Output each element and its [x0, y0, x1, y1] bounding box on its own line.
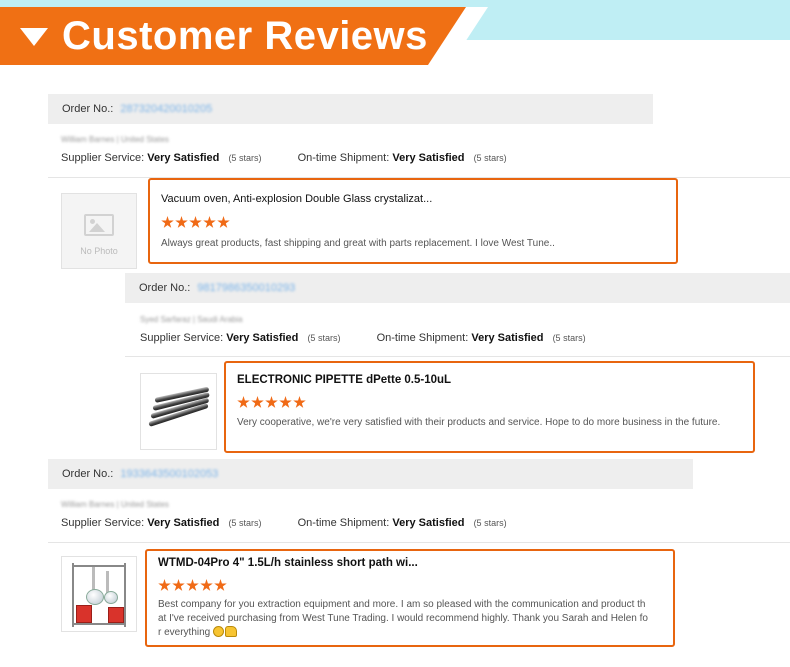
review-text: Very cooperative, we're very satisfied w…: [237, 417, 721, 428]
supplier-service-label: Supplier Service:: [61, 152, 145, 164]
star-icon: [214, 579, 227, 591]
review-card: Vacuum oven, Anti-explosion Double Glass…: [148, 178, 678, 264]
still-base: [72, 623, 126, 625]
divider: [125, 356, 790, 357]
star-icon: [279, 396, 292, 408]
star-icon: [203, 216, 216, 228]
order-bar: Order No.: 9817986350010293: [125, 273, 790, 303]
order-number-link[interactable]: 9817986350010293: [197, 282, 295, 294]
buyer-info: William Barnes | United States: [61, 135, 169, 144]
on-time-shipment-stars: (5 stars): [473, 518, 507, 528]
star-rating: [237, 396, 306, 409]
star-icon: [251, 396, 264, 408]
on-time-shipment-label: On-time Shipment:: [376, 332, 469, 344]
product-thumbnail[interactable]: [61, 556, 137, 632]
product-thumbnail[interactable]: No Photo: [61, 193, 137, 269]
review-card: ELECTRONIC PIPETTE dPette 0.5-10uL Very …: [224, 361, 755, 453]
supplier-service-label: Supplier Service:: [140, 332, 224, 344]
product-thumbnail[interactable]: [140, 373, 217, 450]
star-icon: [265, 396, 278, 408]
star-rating: [161, 216, 230, 229]
star-icon: [186, 579, 199, 591]
product-title-link[interactable]: Vacuum oven, Anti-explosion Double Glass…: [161, 193, 432, 205]
smiley-emoji-icon: [213, 626, 225, 637]
order-label: Order No.:: [139, 282, 191, 294]
order-bar: Order No.: 1933643500102053: [48, 459, 693, 489]
supplier-service-stars: (5 stars): [228, 518, 262, 528]
product-title-link[interactable]: WTMD-04Pro 4" 1.5L/h stainless short pat…: [158, 557, 418, 569]
star-icon: [175, 216, 188, 228]
still-frame: [72, 563, 74, 627]
supplier-service-label: Supplier Service:: [61, 517, 145, 529]
order-number-link[interactable]: 1933643500102053: [120, 468, 218, 480]
review-card: WTMD-04Pro 4" 1.5L/h stainless short pat…: [145, 549, 675, 647]
star-icon: [172, 579, 185, 591]
still-flask: [86, 589, 104, 605]
star-icon: [217, 216, 230, 228]
on-time-shipment-value: Very Satisfied: [392, 517, 465, 529]
supplier-service-value: Very Satisfied: [147, 152, 220, 164]
supplier-service-value: Very Satisfied: [226, 332, 299, 344]
order-label: Order No.:: [62, 468, 114, 480]
star-icon: [158, 579, 171, 591]
still-pump: [108, 607, 124, 623]
on-time-shipment-value: Very Satisfied: [392, 152, 465, 164]
ratings-row: Supplier Service: Very Satisfied (5 star…: [61, 517, 507, 529]
on-time-shipment-label: On-time Shipment:: [297, 517, 390, 529]
on-time-shipment-value: Very Satisfied: [471, 332, 544, 344]
star-icon: [200, 579, 213, 591]
page-title: Customer Reviews: [62, 14, 428, 58]
image-placeholder-icon: [84, 214, 114, 236]
on-time-shipment-stars: (5 stars): [473, 153, 507, 163]
order-number-link[interactable]: 287320420010205: [120, 103, 212, 115]
still-pump: [76, 605, 92, 623]
still-frame: [124, 563, 126, 627]
thumbs-up-emoji-icon: [225, 626, 238, 637]
product-title-link[interactable]: ELECTRONIC PIPETTE dPette 0.5-10uL: [237, 374, 451, 386]
no-photo-label: No Photo: [80, 246, 118, 256]
supplier-service-stars: (5 stars): [228, 153, 262, 163]
ratings-row: Supplier Service: Very Satisfied (5 star…: [61, 152, 507, 164]
buyer-info: William Barnes | United States: [61, 500, 169, 509]
still-flask: [104, 591, 118, 604]
triangle-down-icon: [20, 28, 48, 46]
star-rating: [158, 579, 227, 592]
star-icon: [293, 396, 306, 408]
star-icon: [237, 396, 250, 408]
still-frame: [72, 565, 126, 567]
star-icon: [189, 216, 202, 228]
order-label: Order No.:: [62, 103, 114, 115]
on-time-shipment-stars: (5 stars): [552, 333, 586, 343]
ratings-row: Supplier Service: Very Satisfied (5 star…: [140, 332, 586, 344]
review-text: Always great products, fast shipping and…: [161, 238, 555, 249]
on-time-shipment-label: On-time Shipment:: [297, 152, 390, 164]
divider: [48, 542, 790, 543]
star-icon: [161, 216, 174, 228]
buyer-info: Syed Sarfaraz | Saudi Arabia: [140, 315, 243, 324]
supplier-service-value: Very Satisfied: [147, 517, 220, 529]
review-text-container: Best company for you extraction equipmen…: [158, 598, 648, 640]
order-bar: Order No.: 287320420010205: [48, 94, 653, 124]
supplier-service-stars: (5 stars): [307, 333, 341, 343]
